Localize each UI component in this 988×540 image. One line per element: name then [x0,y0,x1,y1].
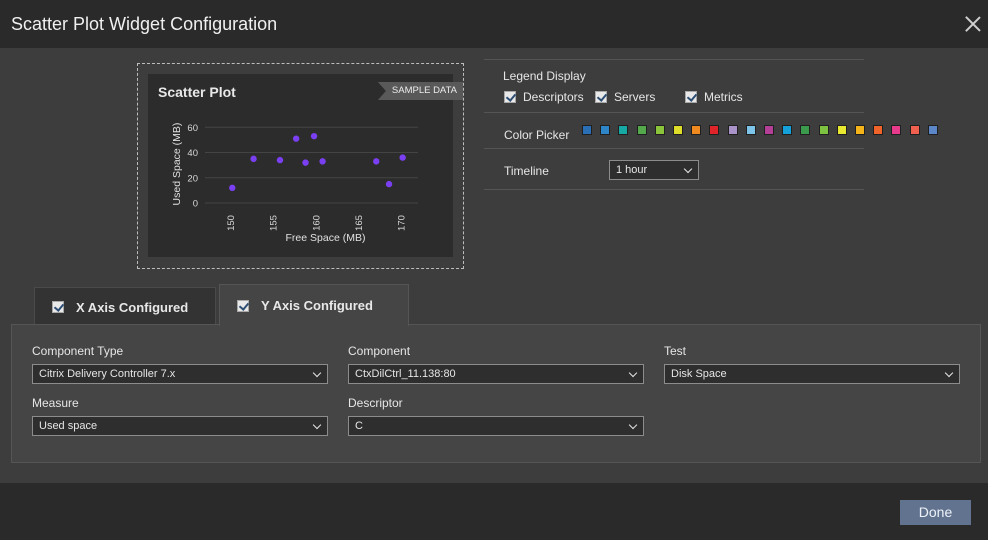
descriptors-checkbox[interactable] [504,91,516,103]
color-swatch[interactable] [582,125,592,135]
test-select[interactable]: Disk Space [664,364,960,384]
preview-card: 0 20 40 60 150 155 160 165 170 Free Space (MB) Use… [148,74,463,257]
y-tick-label: 0 [193,199,198,210]
color-swatch[interactable] [764,125,774,135]
color-swatch[interactable] [873,125,884,135]
scatter-point [385,180,393,188]
scatter-point [399,154,406,161]
component-type-select[interactable]: Citrix Delivery Controller 7.x [32,364,328,384]
x-axis-checkbox[interactable] [52,301,64,313]
descriptor-label: Descriptor [348,396,403,410]
preview-title: Scatter Plot [158,84,236,100]
dialog-footer: Done [0,483,988,540]
x-tick-label: 165 [354,215,365,231]
x-tick-label: 160 [311,215,322,231]
color-swatch[interactable] [818,125,829,135]
tab-x-axis[interactable]: X Axis Configured [34,287,216,326]
chevron-down-icon [683,164,693,174]
color-swatch[interactable] [654,125,665,135]
chevron-down-icon [312,368,322,378]
metrics-label: Metrics [704,90,743,104]
legend-display-label: Legend Display [503,69,586,83]
x-axis-label: Free Space (MB) [286,232,366,244]
color-swatch[interactable] [691,125,702,135]
scatter-point [319,158,326,165]
descriptor-select[interactable]: C [348,416,644,436]
x-tick-label: 155 [269,215,280,231]
legend-option-metrics[interactable]: Metrics [685,90,743,104]
y-tick-label: 60 [187,123,198,134]
sample-data-badge: SAMPLE DATA [377,82,463,100]
color-swatch[interactable] [800,125,811,135]
tab-y-axis[interactable]: Y Axis Configured [219,284,409,326]
measure-label: Measure [32,396,79,410]
y-tick-label: 40 [187,148,198,159]
axis-config-panel: Component Type Citrix Delivery Controlle… [11,324,981,463]
scatter-point [310,132,318,140]
color-swatch[interactable] [673,125,683,135]
scatter-plot-config-dialog: Scatter Plot Widget Configuration 0 20 40 6… [0,0,988,540]
timeline-value: 1 hour [616,164,648,176]
color-picker-label: Color Picker [504,128,570,142]
color-swatch[interactable] [891,125,902,135]
tab-x-axis-label: X Axis Configured [76,299,189,315]
component-label: Component [348,344,411,358]
dialog-title: Scatter Plot Widget Configuration [11,14,278,34]
servers-checkbox[interactable] [595,91,607,103]
timeline-label: Timeline [504,164,549,178]
color-swatch[interactable] [600,125,611,135]
color-swatch[interactable] [618,125,629,135]
metrics-checkbox[interactable] [685,91,697,103]
color-swatch[interactable] [909,125,920,135]
legend-option-descriptors[interactable]: Descriptors [504,90,584,104]
measure-value: Used space [39,420,98,432]
done-button[interactable]: Done [900,500,971,525]
legend-option-servers[interactable]: Servers [595,90,655,104]
color-swatch[interactable] [745,125,756,135]
chevron-down-icon [944,368,954,378]
y-axis-label: Used Space (MB) [171,123,183,206]
color-swatch[interactable] [782,125,793,135]
component-value: CtxDilCtrl_11.138:80 [355,368,456,380]
legend-display-row: Legend Display Descriptors Servers Metri… [484,59,864,112]
color-swatch[interactable] [927,125,938,135]
component-type-value: Citrix Delivery Controller 7.x [39,368,176,380]
scatter-point [250,155,257,163]
timeline-select[interactable]: 1 hour [609,160,699,180]
dialog-titlebar: Scatter Plot Widget Configuration [0,0,988,48]
y-tick-label: 20 [187,173,198,184]
measure-select[interactable]: Used space [32,416,328,436]
scatter-point [302,159,309,166]
color-swatch[interactable] [709,125,720,135]
color-swatch[interactable] [636,125,647,135]
color-swatch[interactable] [727,125,738,135]
component-select[interactable]: CtxDilCtrl_11.138:80 [348,364,644,384]
descriptors-label: Descriptors [523,90,584,104]
timeline-row: Timeline 1 hour [484,148,864,190]
y-axis-checkbox[interactable] [237,299,249,312]
chevron-down-icon [312,420,322,430]
color-swatch[interactable] [855,125,865,135]
tab-y-axis-label: Y Axis Configured [261,298,373,313]
x-tick-label: 170 [396,215,407,231]
color-swatch[interactable] [836,125,847,135]
test-label: Test [664,344,687,358]
close-icon[interactable] [962,13,984,35]
servers-label: Servers [614,90,656,104]
test-value: Disk Space [671,368,727,380]
scatter-point [276,156,284,164]
scatter-point [229,184,236,192]
chevron-down-icon [628,420,638,430]
x-tick-label: 150 [226,215,237,231]
component-type-label: Component Type [32,344,124,358]
scatter-chart: 0 20 40 60 150 155 160 165 170 Free Space (MB) Use… [171,123,418,244]
scatter-point [373,158,380,165]
scatter-point [292,135,300,142]
chevron-down-icon [628,368,638,378]
descriptor-value: C [355,420,363,432]
